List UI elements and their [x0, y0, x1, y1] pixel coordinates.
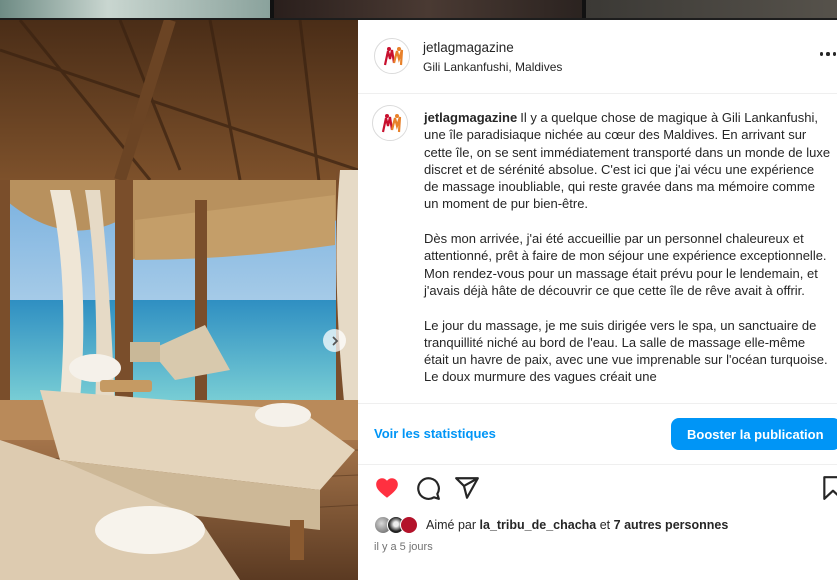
more-options-icon[interactable] [820, 52, 836, 58]
post-actions [358, 472, 837, 502]
background-feed-thumbnails [0, 0, 837, 20]
caption-paragraph: jetlagmagazine Il y a quelque chose de ma… [424, 110, 831, 212]
boost-post-button[interactable]: Booster la publication [671, 418, 837, 450]
view-insights-link[interactable]: Voir les statistiques [374, 426, 496, 441]
share-icon [455, 477, 479, 499]
chevron-right-icon [332, 336, 338, 345]
avatar[interactable] [374, 38, 410, 74]
avatar[interactable] [372, 105, 408, 141]
liked-by-prefix: Aimé par [426, 518, 477, 532]
like-button[interactable] [374, 475, 400, 501]
bookmark-icon [823, 476, 837, 500]
likes-summary: Aimé par la_tribu_de_chacha et 7 autres … [374, 515, 728, 535]
share-button[interactable] [454, 475, 480, 501]
post-location[interactable]: Gili Lankanfushi, Maldives [423, 60, 562, 74]
feed-thumbnail [586, 0, 837, 18]
liked-by-user[interactable]: la_tribu_de_chacha [480, 518, 597, 532]
comment-button[interactable] [415, 475, 441, 501]
caption-scroll-area[interactable]: jetlagmagazine Il y a quelque chose de ma… [358, 95, 837, 403]
liked-by-others[interactable]: 7 autres personnes [614, 518, 729, 532]
save-button[interactable] [820, 475, 837, 501]
post-header: jetlagmagazine Gili Lankanfushi, Maldive… [358, 20, 837, 94]
feed-thumbnail [274, 0, 582, 18]
post-caption: jetlagmagazine Il y a quelque chose de ma… [424, 109, 832, 403]
spa-villa-photo [0, 20, 358, 580]
post-details-panel: jetlagmagazine Gili Lankanfushi, Maldive… [358, 20, 837, 580]
feed-thumbnail [0, 0, 270, 18]
post-timestamp[interactable]: il y a 5 jours [374, 541, 433, 553]
insights-bar: Voir les statistiques Booster la publica… [358, 403, 837, 465]
next-image-button[interactable] [323, 329, 346, 352]
heart-filled-icon [376, 478, 398, 498]
caption-paragraph: Le jour du massage, je me suis dirigée v… [424, 317, 828, 385]
liked-by-joiner: et [599, 518, 611, 532]
post-username[interactable]: jetlagmagazine [423, 40, 514, 55]
liker-avatars[interactable] [374, 516, 418, 534]
comment-icon [417, 477, 440, 500]
brand-logo-icon [374, 107, 407, 140]
post-image[interactable] [0, 20, 358, 580]
caption-paragraph: Dès mon arrivée, j'ai été accueillie par… [424, 231, 827, 298]
brand-logo-icon [376, 40, 409, 73]
caption-username[interactable]: jetlagmagazine [424, 110, 517, 125]
avatar [400, 516, 418, 534]
